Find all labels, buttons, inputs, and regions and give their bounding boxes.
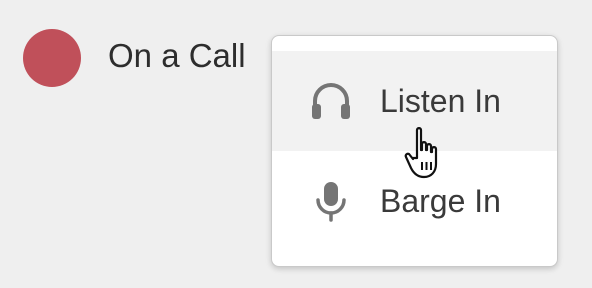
menu-item-barge-in[interactable]: Barge In: [272, 151, 557, 251]
call-actions-menu: Listen In Barge In: [271, 35, 558, 267]
microphone-icon: [308, 178, 354, 224]
menu-item-label: Barge In: [380, 182, 501, 219]
headphones-icon: [308, 78, 354, 124]
call-status-panel: On a Call Listen In Barge In: [0, 0, 592, 288]
menu-item-listen-in[interactable]: Listen In: [272, 51, 557, 151]
menu-item-label: Listen In: [380, 82, 501, 119]
status-dot: [23, 29, 81, 87]
status-label: On a Call: [108, 37, 246, 74]
